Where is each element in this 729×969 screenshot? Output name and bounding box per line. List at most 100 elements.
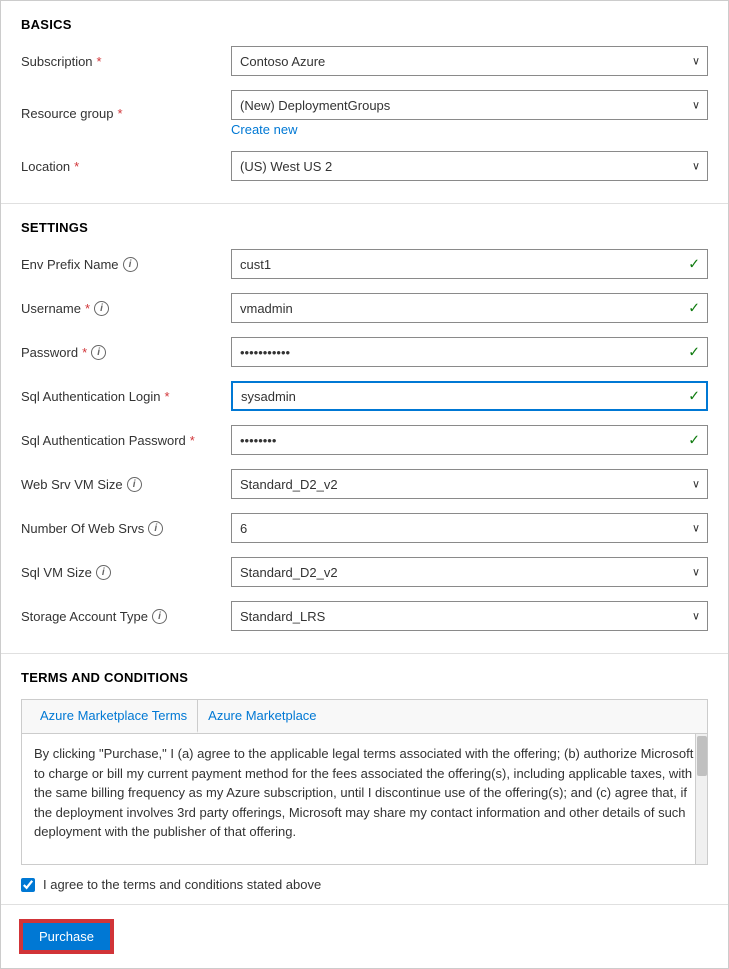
username-info-icon[interactable]: i — [94, 301, 109, 316]
password-info-icon[interactable]: i — [91, 345, 106, 360]
password-label: Password * i — [21, 345, 231, 360]
agree-label: I agree to the terms and conditions stat… — [43, 877, 321, 892]
terms-tab-marketplace[interactable]: Azure Marketplace Terms — [30, 700, 198, 733]
password-row: Password * i ✓ — [21, 337, 708, 367]
agree-checkbox[interactable] — [21, 878, 35, 892]
num-web-srvs-info-icon[interactable]: i — [148, 521, 163, 536]
sql-auth-password-required: * — [190, 433, 195, 448]
username-row: Username * i ✓ — [21, 293, 708, 323]
subscription-row: Subscription * Contoso Azure ∨ — [21, 46, 708, 76]
subscription-required: * — [97, 54, 102, 69]
terms-content: By clicking "Purchase," I (a) agree to t… — [22, 734, 707, 864]
password-input[interactable] — [231, 337, 708, 367]
num-web-srvs-label: Number Of Web Srvs i — [21, 521, 231, 536]
web-srv-vm-size-info-icon[interactable]: i — [127, 477, 142, 492]
terms-tabs: Azure Marketplace Terms Azure Marketplac… — [22, 700, 707, 734]
sql-vm-size-row: Sql VM Size i Standard_D2_v2 ∨ — [21, 557, 708, 587]
env-prefix-input[interactable] — [231, 249, 708, 279]
terms-section: TERMS AND CONDITIONS Azure Marketplace T… — [1, 654, 728, 905]
sql-auth-login-label: Sql Authentication Login * — [21, 389, 231, 404]
sql-auth-login-input[interactable] — [231, 381, 708, 411]
web-srv-vm-size-dropdown-wrapper: Standard_D2_v2 ∨ — [231, 469, 708, 499]
password-check-icon: ✓ — [688, 344, 700, 361]
sql-vm-size-dropdown[interactable]: Standard_D2_v2 — [231, 557, 708, 587]
sql-vm-size-label: Sql VM Size i — [21, 565, 231, 580]
username-input[interactable] — [231, 293, 708, 323]
resource-group-dropdown[interactable]: (New) DeploymentGroups — [231, 90, 708, 120]
sql-vm-size-dropdown-wrapper: Standard_D2_v2 ∨ — [231, 557, 708, 587]
sql-auth-password-control: ✓ — [231, 425, 708, 455]
resource-group-control: (New) DeploymentGroups ∨ Create new — [231, 90, 708, 137]
terms-tab-azure[interactable]: Azure Marketplace — [198, 700, 326, 733]
terms-box: Azure Marketplace Terms Azure Marketplac… — [21, 699, 708, 865]
storage-account-type-dropdown[interactable]: Standard_LRS — [231, 601, 708, 631]
storage-account-type-info-icon[interactable]: i — [152, 609, 167, 624]
sql-auth-password-label: Sql Authentication Password * — [21, 433, 231, 448]
storage-account-type-control: Standard_LRS ∨ — [231, 601, 708, 631]
web-srv-vm-size-dropdown[interactable]: Standard_D2_v2 — [231, 469, 708, 499]
resource-group-label: Resource group * — [21, 106, 231, 121]
sql-auth-login-row: Sql Authentication Login * ✓ — [21, 381, 708, 411]
settings-section: SETTINGS Env Prefix Name i ✓ Username * … — [1, 204, 728, 654]
num-web-srvs-control: 6 ∨ — [231, 513, 708, 543]
subscription-dropdown[interactable]: Contoso Azure — [231, 46, 708, 76]
sql-vm-size-control: Standard_D2_v2 ∨ — [231, 557, 708, 587]
sql-auth-password-row: Sql Authentication Password * ✓ — [21, 425, 708, 455]
resource-group-required: * — [118, 106, 123, 121]
location-required: * — [74, 159, 79, 174]
env-prefix-info-icon[interactable]: i — [123, 257, 138, 272]
storage-account-type-dropdown-wrapper: Standard_LRS ∨ — [231, 601, 708, 631]
env-prefix-label: Env Prefix Name i — [21, 257, 231, 272]
web-srv-vm-size-control: Standard_D2_v2 ∨ — [231, 469, 708, 499]
create-new-link[interactable]: Create new — [231, 122, 708, 137]
purchase-area: Purchase — [1, 905, 728, 968]
terms-content-wrapper: By clicking "Purchase," I (a) agree to t… — [22, 734, 707, 864]
location-row: Location * (US) West US 2 ∨ — [21, 151, 708, 181]
env-prefix-control: ✓ — [231, 249, 708, 279]
storage-account-type-label: Storage Account Type i — [21, 609, 231, 624]
basics-title: BASICS — [21, 17, 708, 32]
env-prefix-check-icon: ✓ — [688, 256, 700, 273]
resource-group-dropdown-wrapper: (New) DeploymentGroups ∨ — [231, 90, 708, 120]
location-control: (US) West US 2 ∨ — [231, 151, 708, 181]
username-input-wrapper: ✓ — [231, 293, 708, 323]
terms-title: TERMS AND CONDITIONS — [21, 670, 708, 685]
username-required: * — [85, 301, 90, 316]
num-web-srvs-row: Number Of Web Srvs i 6 ∨ — [21, 513, 708, 543]
sql-auth-login-control: ✓ — [231, 381, 708, 411]
sql-auth-login-input-wrapper: ✓ — [231, 381, 708, 411]
purchase-button[interactable]: Purchase — [21, 921, 112, 952]
password-required: * — [82, 345, 87, 360]
location-dropdown-wrapper: (US) West US 2 ∨ — [231, 151, 708, 181]
env-prefix-row: Env Prefix Name i ✓ — [21, 249, 708, 279]
username-label: Username * i — [21, 301, 231, 316]
password-control: ✓ — [231, 337, 708, 367]
sql-auth-password-input[interactable] — [231, 425, 708, 455]
num-web-srvs-dropdown-wrapper: 6 ∨ — [231, 513, 708, 543]
env-prefix-input-wrapper: ✓ — [231, 249, 708, 279]
resource-group-row: Resource group * (New) DeploymentGroups … — [21, 90, 708, 137]
main-container: BASICS Subscription * Contoso Azure ∨ Re… — [0, 0, 729, 969]
terms-scrollbar-thumb — [697, 736, 707, 776]
subscription-dropdown-wrapper: Contoso Azure ∨ — [231, 46, 708, 76]
sql-auth-login-required: * — [165, 389, 170, 404]
agree-row: I agree to the terms and conditions stat… — [21, 877, 708, 892]
web-srv-vm-size-row: Web Srv VM Size i Standard_D2_v2 ∨ — [21, 469, 708, 499]
settings-title: SETTINGS — [21, 220, 708, 235]
sql-auth-password-input-wrapper: ✓ — [231, 425, 708, 455]
location-label: Location * — [21, 159, 231, 174]
storage-account-type-row: Storage Account Type i Standard_LRS ∨ — [21, 601, 708, 631]
username-check-icon: ✓ — [688, 300, 700, 317]
password-input-wrapper: ✓ — [231, 337, 708, 367]
basics-section: BASICS Subscription * Contoso Azure ∨ Re… — [1, 1, 728, 204]
num-web-srvs-dropdown[interactable]: 6 — [231, 513, 708, 543]
subscription-label: Subscription * — [21, 54, 231, 69]
sql-auth-login-check-icon: ✓ — [688, 388, 700, 405]
terms-scrollbar[interactable] — [695, 734, 707, 864]
sql-vm-size-info-icon[interactable]: i — [96, 565, 111, 580]
subscription-control: Contoso Azure ∨ — [231, 46, 708, 76]
username-control: ✓ — [231, 293, 708, 323]
sql-auth-password-check-icon: ✓ — [688, 432, 700, 449]
web-srv-vm-size-label: Web Srv VM Size i — [21, 477, 231, 492]
location-dropdown[interactable]: (US) West US 2 — [231, 151, 708, 181]
